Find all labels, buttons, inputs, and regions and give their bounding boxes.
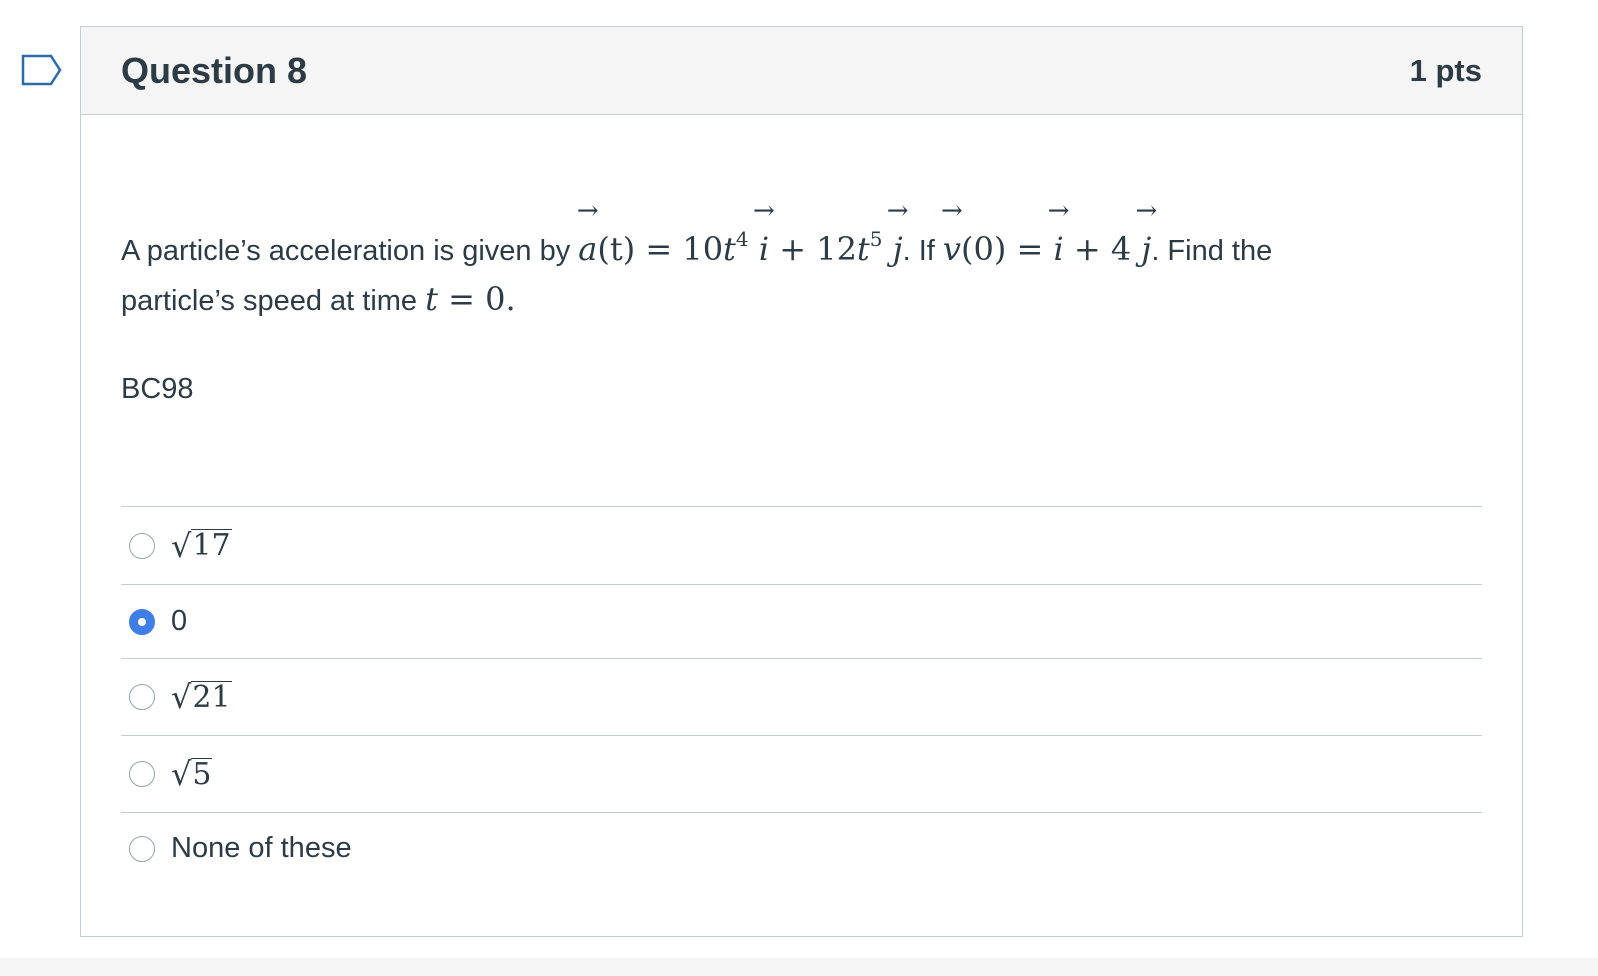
answer-label: 0 [171, 605, 188, 637]
if-text: . If [902, 235, 935, 267]
answer-label: √ 5 [171, 755, 213, 794]
exponent: 4 [735, 227, 749, 251]
radio-button[interactable] [129, 532, 155, 559]
radio-button[interactable] [129, 684, 155, 710]
acceleration-equation: → a(t) = 10t4 → i + 12t5 → j [577, 197, 909, 268]
time-equation: t = 0. [425, 280, 516, 318]
radical-icon: √ [171, 755, 192, 794]
paren-zero: (0) [960, 230, 1007, 268]
question-points: 1 pts [1409, 52, 1482, 88]
radio-button[interactable] [129, 835, 155, 862]
quiz-page: Question 8 1 pts A particle’s accelerati… [0, 0, 1598, 976]
answer-option[interactable]: √ 21 [121, 658, 1482, 735]
vector-j: → j [886, 196, 909, 268]
vector-v: → v [941, 196, 963, 268]
vector-j: → j [1135, 196, 1158, 268]
velocity-equation: → v(0) = → i + 4 → j [941, 197, 1157, 268]
variable-t: t [856, 230, 870, 268]
equals-sign: = [645, 230, 673, 268]
find-text: . Find the [1151, 235, 1273, 267]
vector-a: → a [576, 196, 599, 268]
paren-t: (t) [597, 230, 636, 268]
exponent: 5 [869, 227, 883, 251]
coefficient: 12 [816, 230, 857, 268]
page-footer-strip [0, 958, 1598, 976]
answer-list: √ 17 0 √ 21 √ 5 None of these [121, 506, 1482, 884]
vector-i: → i [753, 196, 775, 268]
answer-option[interactable]: None of these [121, 812, 1482, 884]
flag-question-icon[interactable] [21, 54, 63, 86]
coefficient: 4 [1110, 230, 1132, 268]
question-card: Question 8 1 pts A particle’s accelerati… [80, 26, 1523, 937]
radio-button-selected[interactable] [129, 608, 155, 635]
plus-sign: + [779, 230, 807, 268]
radical-icon: √ [171, 678, 192, 717]
plus-sign: + [1073, 230, 1101, 268]
answer-option[interactable]: √ 5 [121, 735, 1482, 812]
variable-t: t [723, 230, 736, 268]
vector-i: → i [1047, 196, 1070, 268]
answer-label: √ 21 [171, 678, 232, 717]
question-title: Question 8 [121, 49, 308, 91]
answer-label: √ 17 [171, 526, 232, 565]
question-line2: particle’s speed at time [121, 285, 418, 317]
equals-sign: = [1016, 230, 1044, 268]
answer-option[interactable]: √ 17 [121, 506, 1482, 584]
answer-option[interactable]: 0 [121, 584, 1482, 658]
radio-button[interactable] [129, 761, 155, 787]
question-header: Question 8 1 pts [81, 27, 1522, 115]
radical-icon: √ [171, 526, 192, 565]
question-code: BC98 [121, 373, 194, 405]
question-intro: A particle’s acceleration is given by [121, 235, 571, 267]
question-text: A particle’s acceleration is given by → a… [121, 197, 1482, 325]
answer-label: None of these [171, 832, 352, 864]
question-body: A particle’s acceleration is given by → a… [81, 197, 1522, 884]
vector-arrow: → [576, 196, 599, 226]
coefficient: 10 [682, 230, 724, 268]
